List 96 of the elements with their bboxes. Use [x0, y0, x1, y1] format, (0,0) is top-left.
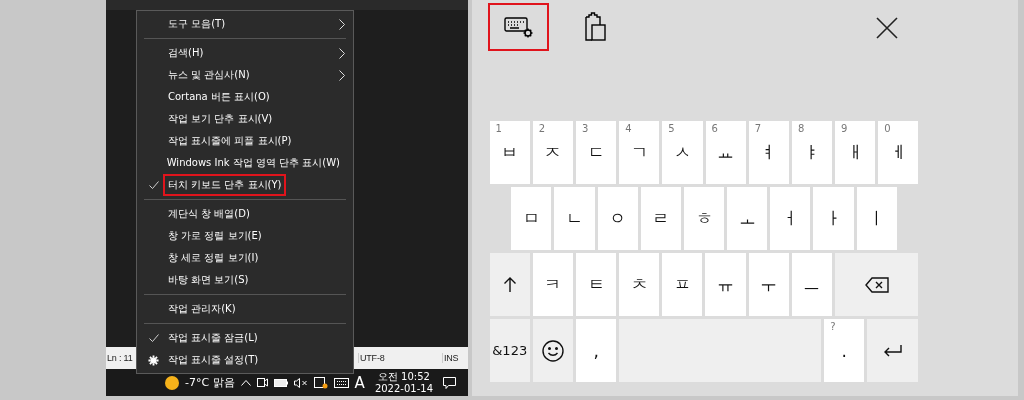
- sun-icon: [164, 375, 179, 390]
- menu-item-label: 작업 표시줄에 피플 표시(P): [167, 134, 293, 148]
- smiley-icon: [541, 339, 564, 362]
- key-hint: ?: [830, 321, 836, 332]
- gear-icon: [148, 354, 159, 366]
- close-icon: [876, 17, 898, 39]
- clock-date: 2022-01-14: [374, 382, 433, 395]
- key[interactable]: ㅁ: [511, 187, 552, 250]
- battery-icon[interactable]: [273, 378, 288, 387]
- menu-item[interactable]: Cortana 버튼 표시(O): [137, 86, 353, 108]
- key[interactable]: ㅜ: [748, 253, 789, 316]
- key[interactable]: ㅊ: [619, 253, 660, 316]
- backspace-icon: [864, 276, 889, 293]
- menu-item[interactable]: 창 가로 정렬 보기(E): [137, 225, 353, 247]
- key[interactable]: 7 ㅕ: [748, 121, 789, 184]
- key[interactable]: &123: [489, 319, 530, 382]
- menu-item-label: 바탕 화면 보기(S): [167, 273, 250, 287]
- key[interactable]: ? .: [824, 319, 865, 382]
- settings-button[interactable]: [488, 3, 549, 51]
- menu-item[interactable]: Windows Ink 작업 영역 단추 표시(W): [137, 152, 353, 174]
- menu-item-label: 창 가로 정렬 보기(E): [167, 229, 263, 243]
- menu-item[interactable]: 작업 표시줄 설정(T): [137, 349, 353, 371]
- clock[interactable]: 오전 10:52 2022-01-14: [374, 370, 433, 395]
- app-icon[interactable]: [313, 376, 328, 389]
- menu-item-label: 작업 보기 단추 표시(V): [167, 112, 274, 126]
- key[interactable]: ㅍ: [662, 253, 703, 316]
- key[interactable]: 9 ㅐ: [835, 121, 876, 184]
- weather-text[interactable]: -7°C 맑음: [184, 375, 235, 390]
- key[interactable]: 2 ㅈ: [532, 121, 573, 184]
- menu-item[interactable]: 바탕 화면 보기(S): [137, 269, 353, 291]
- key[interactable]: ㅎ: [683, 187, 725, 250]
- key[interactable]: ㅗ: [727, 187, 768, 250]
- menu-item-label: Cortana 버튼 표시(O): [167, 90, 271, 104]
- menu-item-label: 계단식 창 배열(D): [167, 207, 251, 221]
- menu-item[interactable]: 도구 모음(T): [137, 13, 353, 35]
- key[interactable]: ㅌ: [575, 253, 617, 316]
- key-hint: 5: [668, 123, 675, 134]
- key[interactable]: [532, 319, 573, 382]
- key-hint: 3: [581, 123, 589, 134]
- menu-item[interactable]: 뉴스 및 관심사(N): [137, 64, 353, 86]
- input-mode-indicator[interactable]: A: [354, 373, 365, 392]
- menu-item-label: 작업 관리자(K): [167, 302, 237, 316]
- line-indicator: Ln : 11: [106, 353, 134, 363]
- menu-item[interactable]: 터치 키보드 단추 표시(Y): [137, 174, 353, 196]
- menu-item[interactable]: 창 세로 정렬 보기(I): [137, 247, 353, 269]
- menu-item[interactable]: 작업 표시줄에 피플 표시(P): [137, 130, 353, 152]
- key-hint: 6: [711, 123, 718, 134]
- clock-time: 오전 10:52: [377, 370, 430, 383]
- speaker-muted-icon[interactable]: [293, 377, 308, 388]
- key[interactable]: 8 ㅑ: [791, 121, 833, 184]
- key-hint: 4: [625, 123, 632, 134]
- chevron-up-icon[interactable]: [240, 379, 251, 386]
- key-hint: 2: [538, 123, 546, 134]
- key[interactable]: ㅇ: [597, 187, 638, 250]
- key[interactable]: ㅓ: [770, 187, 811, 250]
- key-hint: 1: [495, 123, 502, 134]
- arrow-up-icon: [502, 276, 517, 293]
- camera-icon[interactable]: [256, 377, 268, 388]
- key-hint: 8: [797, 123, 805, 134]
- key[interactable]: ㄴ: [554, 187, 595, 250]
- key[interactable]: ㅡ: [791, 253, 833, 316]
- key[interactable]: 6 ㅛ: [705, 121, 746, 184]
- menu-item-label: 작업 표시줄 설정(T): [167, 353, 260, 367]
- encoding-indicator: UTF-8: [358, 353, 442, 363]
- menu-item-label: 검색(H): [167, 46, 205, 60]
- insert-mode-indicator: INS: [442, 353, 468, 363]
- menu-item[interactable]: 작업 관리자(K): [137, 298, 353, 320]
- key[interactable]: ㅋ: [532, 253, 573, 316]
- menu-item-label: 뉴스 및 관심사(N): [167, 68, 251, 82]
- key-hint: 0: [884, 123, 891, 134]
- menu-item-label: 도구 모음(T): [167, 17, 227, 31]
- key[interactable]: ,: [576, 319, 617, 382]
- key[interactable]: ㅠ: [705, 253, 746, 316]
- menu-item-label: Windows Ink 작업 영역 단추 표시(W): [165, 156, 341, 170]
- key[interactable]: 1 ㅂ: [489, 121, 530, 184]
- menu-item[interactable]: 검색(H): [137, 42, 353, 64]
- key[interactable]: ㄹ: [640, 187, 681, 250]
- menu-item[interactable]: 계단식 창 배열(D): [137, 203, 353, 225]
- notification-icon[interactable]: [443, 376, 456, 389]
- menu-item[interactable]: 작업 보기 단추 표시(V): [137, 108, 353, 130]
- enter-icon: [882, 343, 903, 358]
- key[interactable]: 3 ㄷ: [575, 121, 617, 184]
- keyboard-icon[interactable]: [333, 377, 349, 388]
- keyboard-settings-icon: [503, 15, 534, 39]
- key[interactable]: 5 ㅅ: [662, 121, 703, 184]
- menu-item-label: 작업 표시줄 잠금(L): [167, 331, 259, 345]
- key[interactable]: [835, 253, 919, 316]
- key[interactable]: ㅣ: [856, 187, 897, 250]
- menu-item-label: 창 세로 정렬 보기(I): [167, 251, 260, 265]
- key-hint: 9: [841, 123, 848, 134]
- key-hint: 7: [754, 123, 762, 134]
- key[interactable]: 0 ㅔ: [878, 121, 919, 184]
- key[interactable]: ㅏ: [813, 187, 854, 250]
- key[interactable]: 4 ㄱ: [619, 121, 660, 184]
- menu-item-label: 터치 키보드 단추 표시(Y): [163, 174, 287, 196]
- menu-item[interactable]: 작업 표시줄 잠금(L): [137, 327, 353, 349]
